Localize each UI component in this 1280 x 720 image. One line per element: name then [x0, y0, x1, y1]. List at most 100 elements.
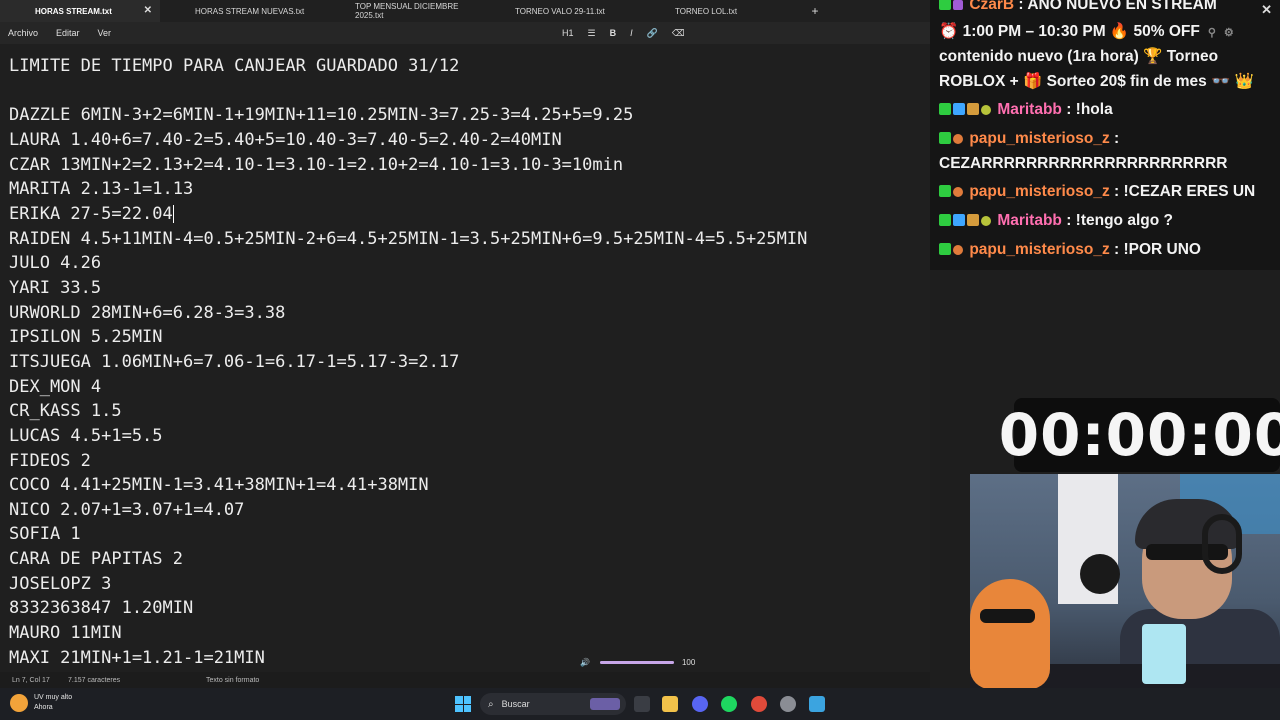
volume-slider[interactable] — [599, 660, 674, 664]
tab-top-mensual[interactable]: TOP MENSUAL DICIEMBRE 2025.txt — [320, 0, 480, 22]
text-line — [9, 79, 930, 104]
link-icon[interactable]: 🔗 — [647, 28, 658, 39]
text-line: CR_KASS 1.5 — [9, 401, 122, 422]
chat-header: CzarB : AÑO NUEVO EN STREAM — [939, 0, 1217, 14]
weather-text: UV muy alto Ahora — [34, 693, 72, 713]
discord-icon[interactable] — [692, 696, 708, 712]
text-line: DAZZLE 6MIN-3+2=6MIN-1+19MIN+11=10.25MIN… — [9, 105, 634, 126]
text-editor[interactable]: LIMITE DE TIEMPO PARA CANJEAR GUARDADO 3… — [0, 54, 930, 670]
format-toolbar: H1 ☰ B I 🔗 ⌫ — [562, 22, 685, 44]
search-placeholder: Buscar — [501, 699, 530, 709]
chat-text: : !POR UNO — [1109, 241, 1201, 258]
screen: HORAS STREAM.txt ✕ HORAS STREAM NUEVAS.t… — [0, 0, 1280, 720]
kick-badge-icon — [939, 103, 951, 115]
sub-badge-icon — [953, 0, 963, 10]
text-line: MAURO 11MIN — [9, 623, 122, 644]
text-line: 8332363847 1.20MIN — [9, 598, 194, 619]
chat-username[interactable]: Maritabb — [997, 101, 1062, 118]
flower-badge-icon — [981, 216, 991, 226]
chrome-icon[interactable] — [751, 696, 767, 712]
countdown-timer: 00:00:00 — [999, 398, 1280, 472]
close-tab-icon[interactable]: ✕ — [144, 5, 152, 16]
gear-icon[interactable]: ⚙ — [1224, 27, 1234, 39]
plush-sunglasses — [980, 609, 1035, 623]
weather-sub: Ahora — [34, 704, 53, 711]
text-format: Texto sin formato — [206, 676, 260, 684]
text-line: ERIKA 27-5=22.04 — [9, 203, 173, 224]
notepad-icon[interactable] — [809, 696, 825, 712]
bold-button[interactable]: B — [610, 28, 617, 38]
settings-gear-icon[interactable] — [780, 696, 796, 712]
flower-badge-icon — [981, 105, 991, 115]
pin-icon[interactable]: ⚲ — [1208, 27, 1216, 39]
clear-format-icon[interactable]: ⌫ — [672, 28, 685, 39]
kick-badge-icon — [939, 0, 951, 10]
search-box[interactable]: ⌕ Buscar — [480, 693, 626, 715]
microphone — [1080, 554, 1120, 594]
badge-icon — [953, 187, 963, 197]
menu-ver[interactable]: Ver — [98, 28, 112, 38]
promo-line: ⏰ 1:00 PM – 10:30 PM 🔥 50% OFF ⚲ ⚙ — [939, 22, 1234, 41]
tab-horas-stream[interactable]: HORAS STREAM.txt ✕ — [0, 0, 160, 22]
tab-torneo-lol[interactable]: TORNEO LOL.txt — [640, 0, 800, 22]
promo-line: ROBLOX + 🎁 Sorteo 20$ fin de mes 👓 👑 — [939, 73, 1255, 90]
task-view-icon[interactable] — [634, 696, 650, 712]
speaker-icon: 🔊 — [580, 657, 590, 667]
text-line: CARA DE PAPITAS 2 — [9, 549, 183, 570]
text-line: DEX_MON 4 — [9, 376, 102, 397]
text-line: MAXI 21MIN+1=1.21-1=21MIN — [9, 647, 265, 668]
text-line: COCO 4.41+25MIN-1=3.41+38MIN+1=4.41+38MI… — [9, 475, 429, 496]
promo-text: ⏰ 1:00 PM – 10:30 PM 🔥 50% OFF — [939, 23, 1200, 40]
volume-fill — [599, 660, 674, 664]
gift-badge-icon — [967, 103, 979, 115]
mod-badge-icon — [953, 103, 965, 115]
kick-badge-icon — [939, 214, 951, 226]
gift-badge-icon — [967, 214, 979, 226]
add-tab-button[interactable]: + — [800, 0, 830, 22]
weather-widget[interactable]: UV muy alto Ahora — [10, 693, 72, 713]
char-count: 7.157 caracteres — [68, 676, 121, 684]
mod-badge-icon — [953, 214, 965, 226]
headset — [1202, 514, 1242, 574]
chat-text: : !CEZAR ERES UN — [1109, 183, 1256, 200]
kick-badge-icon — [939, 132, 951, 144]
chat-message-continuation: CEZARRRRRRRRRRRRRRRRRRRRRR — [939, 155, 1228, 172]
volume-value: 100 — [681, 657, 696, 667]
search-highlight-icon — [590, 698, 620, 710]
stream-chat: CzarB : AÑO NUEVO EN STREAM ✕ ⏰ 1:00 PM … — [930, 0, 1280, 270]
chat-username[interactable]: papu_misterioso_z — [969, 130, 1109, 147]
text-line: LUCAS 4.5+1=5.5 — [9, 425, 163, 446]
notepad-window: HORAS STREAM.txt ✕ HORAS STREAM NUEVAS.t… — [0, 0, 930, 688]
text-line: ITSJUEGA 1.06MIN+6=7.06-1=6.17-1=5.17-3=… — [9, 351, 460, 372]
tab-torneo-valo[interactable]: TORNEO VALO 29-11.txt — [480, 0, 640, 22]
chat-username[interactable]: CzarB — [969, 0, 1014, 13]
search-icon: ⌕ — [488, 698, 494, 710]
webcam-feed — [970, 474, 1280, 688]
taskbar: UV muy alto Ahora ⌕ Buscar — [0, 688, 1280, 720]
kick-badge-icon — [939, 243, 951, 255]
volume-overlay: 🔊 100 — [580, 652, 700, 672]
chat-username[interactable]: Maritabb — [997, 212, 1062, 229]
file-explorer-icon[interactable] — [662, 696, 678, 712]
chat-username[interactable]: papu_misterioso_z — [969, 183, 1109, 200]
tab-horas-stream-nuevas[interactable]: HORAS STREAM NUEVAS.txt — [160, 0, 320, 22]
windows-start-icon[interactable] — [455, 696, 471, 712]
spotify-icon[interactable] — [721, 696, 737, 712]
menu-editar[interactable]: Editar — [56, 28, 80, 38]
tab-label: HORAS STREAM NUEVAS.txt — [195, 6, 305, 16]
badge-icon — [953, 134, 963, 144]
heading-dropdown[interactable]: H1 — [562, 28, 574, 38]
text-line: LAURA 1.40+6=7.40-2=5.40+5=10.40-3=7.40-… — [9, 129, 562, 150]
chat-text: : — [1109, 130, 1120, 147]
weather-title: UV muy alto — [34, 694, 73, 701]
menu-bar: Archivo Editar Ver — [0, 22, 930, 44]
close-icon[interactable]: ✕ — [1261, 2, 1272, 18]
chat-message: papu_misterioso_z : !CEZAR ERES UN — [939, 183, 1255, 201]
badge-icon — [953, 245, 963, 255]
italic-button[interactable]: I — [630, 28, 633, 38]
menu-archivo[interactable]: Archivo — [8, 28, 38, 38]
chat-text: AÑO NUEVO EN STREAM — [1027, 0, 1217, 13]
tab-bar: HORAS STREAM.txt ✕ HORAS STREAM NUEVAS.t… — [0, 0, 930, 22]
list-icon[interactable]: ☰ — [588, 28, 596, 39]
chat-username[interactable]: papu_misterioso_z — [969, 241, 1109, 258]
